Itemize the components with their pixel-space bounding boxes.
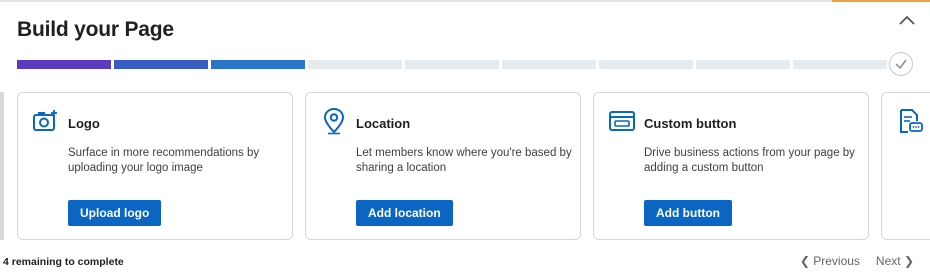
next-label: Next (875, 254, 901, 268)
collapse-button[interactable] (897, 13, 917, 29)
previous-card-edge (0, 92, 4, 240)
next-card-partial (881, 92, 930, 240)
location-pin-icon (320, 107, 348, 135)
progress-segment (17, 60, 111, 69)
custom-button-card-description: Drive business actions from your page by… (644, 147, 855, 174)
previous-label: Previous (813, 254, 860, 268)
custom-button-icon (608, 107, 636, 135)
progress-segment (211, 60, 305, 69)
next-button[interactable]: Next ❯ (876, 254, 914, 268)
camera-add-icon (32, 107, 60, 135)
top-divider (0, 0, 930, 2)
check-icon (895, 59, 907, 70)
add-button-button[interactable]: Add button (644, 200, 732, 226)
progress-segment (502, 60, 596, 69)
custom-button-card: Custom button Drive business actions fro… (593, 92, 869, 240)
progress-segment (696, 60, 790, 69)
add-location-button[interactable]: Add location (356, 200, 453, 226)
top-accent-line (832, 0, 930, 2)
chevron-left-icon: ❮ (799, 254, 814, 268)
logo-card: Logo Surface in more recommendations by … (17, 92, 293, 240)
completion-check (889, 52, 913, 76)
progress-bar (17, 60, 887, 69)
location-card-title: Location (356, 116, 411, 131)
chevron-up-icon (899, 15, 915, 25)
progress-segment (599, 60, 693, 69)
remaining-count: 4 remaining to complete (3, 256, 124, 268)
chevron-right-icon: ❯ (900, 254, 914, 268)
custom-button-card-title: Custom button (644, 116, 737, 131)
document-chat-icon (896, 107, 924, 135)
pagination: ❮ Previous Next ❯ (800, 254, 914, 268)
upload-logo-button[interactable]: Upload logo (68, 200, 162, 226)
location-card-description: Let members know where you're based by s… (356, 147, 572, 174)
location-card: Location Let members know where you're b… (305, 92, 581, 240)
logo-card-title: Logo (68, 116, 100, 131)
progress-segment (308, 60, 402, 69)
progress-segment (793, 60, 887, 69)
progress-segment (114, 60, 208, 69)
previous-button[interactable]: ❮ Previous (800, 254, 860, 268)
logo-card-description: Surface in more recommendations by uploa… (68, 147, 260, 174)
page-title: Build your Page (17, 18, 174, 41)
progress-segment (405, 60, 499, 69)
